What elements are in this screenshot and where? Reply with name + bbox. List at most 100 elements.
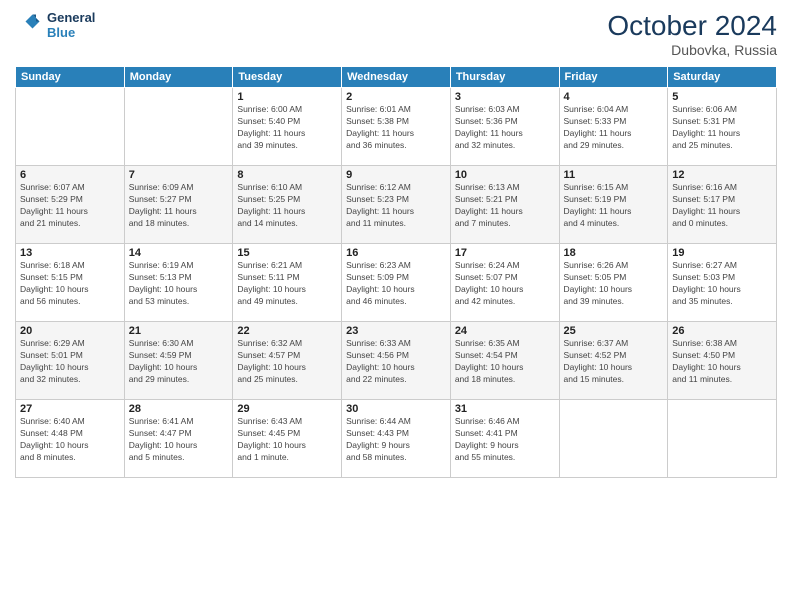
day-info: Sunrise: 6:43 AM Sunset: 4:45 PM Dayligh… — [237, 416, 337, 464]
calendar-cell — [124, 88, 233, 166]
day-info: Sunrise: 6:03 AM Sunset: 5:36 PM Dayligh… — [455, 104, 555, 152]
calendar-cell: 6Sunrise: 6:07 AM Sunset: 5:29 PM Daylig… — [16, 166, 125, 244]
col-header-wednesday: Wednesday — [342, 67, 451, 88]
day-info: Sunrise: 6:19 AM Sunset: 5:13 PM Dayligh… — [129, 260, 229, 308]
page-header: General Blue October 2024 Dubovka, Russi… — [15, 10, 777, 58]
title-block: October 2024 Dubovka, Russia — [607, 10, 777, 58]
day-info: Sunrise: 6:37 AM Sunset: 4:52 PM Dayligh… — [564, 338, 664, 386]
calendar-cell: 27Sunrise: 6:40 AM Sunset: 4:48 PM Dayli… — [16, 400, 125, 478]
day-number: 7 — [129, 169, 229, 181]
calendar-cell: 28Sunrise: 6:41 AM Sunset: 4:47 PM Dayli… — [124, 400, 233, 478]
day-info: Sunrise: 6:35 AM Sunset: 4:54 PM Dayligh… — [455, 338, 555, 386]
calendar-cell: 3Sunrise: 6:03 AM Sunset: 5:36 PM Daylig… — [450, 88, 559, 166]
calendar-cell — [16, 88, 125, 166]
day-info: Sunrise: 6:30 AM Sunset: 4:59 PM Dayligh… — [129, 338, 229, 386]
day-info: Sunrise: 6:46 AM Sunset: 4:41 PM Dayligh… — [455, 416, 555, 464]
day-info: Sunrise: 6:33 AM Sunset: 4:56 PM Dayligh… — [346, 338, 446, 386]
day-number: 21 — [129, 325, 229, 337]
day-info: Sunrise: 6:13 AM Sunset: 5:21 PM Dayligh… — [455, 182, 555, 230]
day-number: 11 — [564, 169, 664, 181]
col-header-sunday: Sunday — [16, 67, 125, 88]
day-number: 28 — [129, 403, 229, 415]
day-number: 8 — [237, 169, 337, 181]
day-info: Sunrise: 6:04 AM Sunset: 5:33 PM Dayligh… — [564, 104, 664, 152]
calendar-cell: 2Sunrise: 6:01 AM Sunset: 5:38 PM Daylig… — [342, 88, 451, 166]
day-number: 22 — [237, 325, 337, 337]
day-info: Sunrise: 6:29 AM Sunset: 5:01 PM Dayligh… — [20, 338, 120, 386]
day-info: Sunrise: 6:40 AM Sunset: 4:48 PM Dayligh… — [20, 416, 120, 464]
day-info: Sunrise: 6:09 AM Sunset: 5:27 PM Dayligh… — [129, 182, 229, 230]
calendar-cell: 17Sunrise: 6:24 AM Sunset: 5:07 PM Dayli… — [450, 244, 559, 322]
day-number: 30 — [346, 403, 446, 415]
day-number: 1 — [237, 91, 337, 103]
calendar-cell: 19Sunrise: 6:27 AM Sunset: 5:03 PM Dayli… — [668, 244, 777, 322]
day-info: Sunrise: 6:41 AM Sunset: 4:47 PM Dayligh… — [129, 416, 229, 464]
day-number: 27 — [20, 403, 120, 415]
calendar-cell — [559, 400, 668, 478]
day-info: Sunrise: 6:10 AM Sunset: 5:25 PM Dayligh… — [237, 182, 337, 230]
day-number: 16 — [346, 247, 446, 259]
logo-text: General Blue — [47, 10, 95, 40]
calendar-cell: 26Sunrise: 6:38 AM Sunset: 4:50 PM Dayli… — [668, 322, 777, 400]
location-subtitle: Dubovka, Russia — [607, 42, 777, 58]
day-number: 13 — [20, 247, 120, 259]
col-header-monday: Monday — [124, 67, 233, 88]
day-number: 12 — [672, 169, 772, 181]
calendar-cell: 9Sunrise: 6:12 AM Sunset: 5:23 PM Daylig… — [342, 166, 451, 244]
calendar-cell: 29Sunrise: 6:43 AM Sunset: 4:45 PM Dayli… — [233, 400, 342, 478]
day-number: 10 — [455, 169, 555, 181]
col-header-thursday: Thursday — [450, 67, 559, 88]
day-info: Sunrise: 6:21 AM Sunset: 5:11 PM Dayligh… — [237, 260, 337, 308]
calendar-cell: 13Sunrise: 6:18 AM Sunset: 5:15 PM Dayli… — [16, 244, 125, 322]
calendar-week-4: 27Sunrise: 6:40 AM Sunset: 4:48 PM Dayli… — [16, 400, 777, 478]
calendar-cell: 4Sunrise: 6:04 AM Sunset: 5:33 PM Daylig… — [559, 88, 668, 166]
col-header-friday: Friday — [559, 67, 668, 88]
calendar-cell: 22Sunrise: 6:32 AM Sunset: 4:57 PM Dayli… — [233, 322, 342, 400]
day-number: 31 — [455, 403, 555, 415]
calendar-week-2: 13Sunrise: 6:18 AM Sunset: 5:15 PM Dayli… — [16, 244, 777, 322]
calendar-cell: 12Sunrise: 6:16 AM Sunset: 5:17 PM Dayli… — [668, 166, 777, 244]
day-info: Sunrise: 6:24 AM Sunset: 5:07 PM Dayligh… — [455, 260, 555, 308]
day-info: Sunrise: 6:15 AM Sunset: 5:19 PM Dayligh… — [564, 182, 664, 230]
day-info: Sunrise: 6:32 AM Sunset: 4:57 PM Dayligh… — [237, 338, 337, 386]
day-number: 26 — [672, 325, 772, 337]
calendar-cell: 5Sunrise: 6:06 AM Sunset: 5:31 PM Daylig… — [668, 88, 777, 166]
logo: General Blue — [15, 10, 95, 40]
day-info: Sunrise: 6:44 AM Sunset: 4:43 PM Dayligh… — [346, 416, 446, 464]
calendar-cell: 1Sunrise: 6:00 AM Sunset: 5:40 PM Daylig… — [233, 88, 342, 166]
day-number: 23 — [346, 325, 446, 337]
month-title: October 2024 — [607, 10, 777, 42]
calendar-cell: 21Sunrise: 6:30 AM Sunset: 4:59 PM Dayli… — [124, 322, 233, 400]
day-number: 4 — [564, 91, 664, 103]
day-info: Sunrise: 6:26 AM Sunset: 5:05 PM Dayligh… — [564, 260, 664, 308]
day-info: Sunrise: 6:27 AM Sunset: 5:03 PM Dayligh… — [672, 260, 772, 308]
calendar-table: SundayMondayTuesdayWednesdayThursdayFrid… — [15, 66, 777, 478]
day-number: 9 — [346, 169, 446, 181]
day-info: Sunrise: 6:38 AM Sunset: 4:50 PM Dayligh… — [672, 338, 772, 386]
calendar-cell: 10Sunrise: 6:13 AM Sunset: 5:21 PM Dayli… — [450, 166, 559, 244]
day-number: 20 — [20, 325, 120, 337]
calendar-cell: 7Sunrise: 6:09 AM Sunset: 5:27 PM Daylig… — [124, 166, 233, 244]
day-info: Sunrise: 6:18 AM Sunset: 5:15 PM Dayligh… — [20, 260, 120, 308]
calendar-cell: 18Sunrise: 6:26 AM Sunset: 5:05 PM Dayli… — [559, 244, 668, 322]
calendar-cell: 14Sunrise: 6:19 AM Sunset: 5:13 PM Dayli… — [124, 244, 233, 322]
day-info: Sunrise: 6:06 AM Sunset: 5:31 PM Dayligh… — [672, 104, 772, 152]
day-number: 24 — [455, 325, 555, 337]
calendar-cell — [668, 400, 777, 478]
day-number: 29 — [237, 403, 337, 415]
day-info: Sunrise: 6:07 AM Sunset: 5:29 PM Dayligh… — [20, 182, 120, 230]
calendar-cell: 25Sunrise: 6:37 AM Sunset: 4:52 PM Dayli… — [559, 322, 668, 400]
day-number: 14 — [129, 247, 229, 259]
calendar-cell: 31Sunrise: 6:46 AM Sunset: 4:41 PM Dayli… — [450, 400, 559, 478]
calendar-cell: 8Sunrise: 6:10 AM Sunset: 5:25 PM Daylig… — [233, 166, 342, 244]
calendar-header-row: SundayMondayTuesdayWednesdayThursdayFrid… — [16, 67, 777, 88]
col-header-saturday: Saturday — [668, 67, 777, 88]
day-number: 18 — [564, 247, 664, 259]
day-number: 6 — [20, 169, 120, 181]
calendar-cell: 20Sunrise: 6:29 AM Sunset: 5:01 PM Dayli… — [16, 322, 125, 400]
day-number: 19 — [672, 247, 772, 259]
day-info: Sunrise: 6:16 AM Sunset: 5:17 PM Dayligh… — [672, 182, 772, 230]
day-number: 3 — [455, 91, 555, 103]
calendar-week-1: 6Sunrise: 6:07 AM Sunset: 5:29 PM Daylig… — [16, 166, 777, 244]
day-number: 2 — [346, 91, 446, 103]
